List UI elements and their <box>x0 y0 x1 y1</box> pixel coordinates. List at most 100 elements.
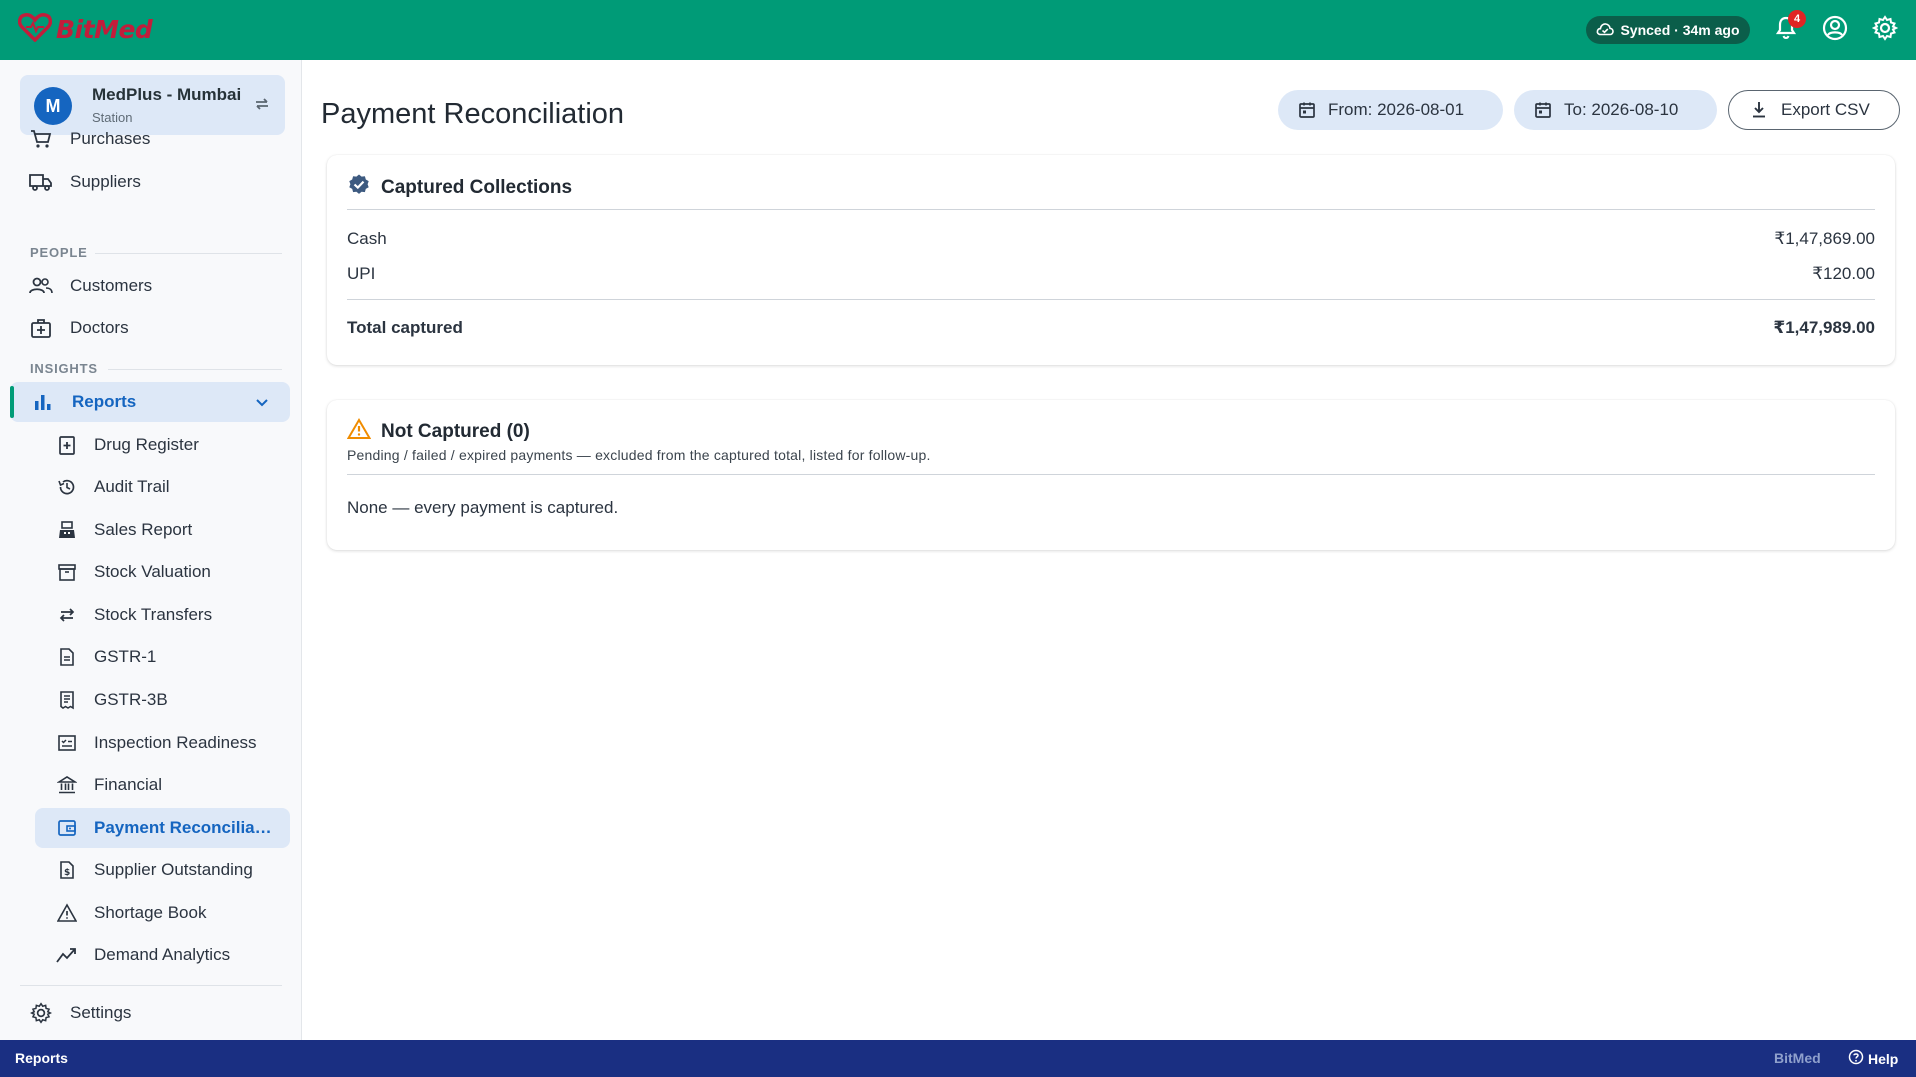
sidebar-item-label: Reports <box>72 392 137 411</box>
sidebar-subitem-label: Inspection Readiness <box>94 733 257 752</box>
export-csv-button[interactable]: Export CSV <box>1728 90 1900 130</box>
captured-collections-card: Captured Collections Cash ₹1,47,869.00 U… <box>327 155 1895 365</box>
invoice-dollar-icon: $ <box>54 857 80 883</box>
sidebar-divider <box>20 985 282 986</box>
receipt-icon <box>54 687 80 713</box>
top-app-bar: BitMed Synced · 34m ago 4 <box>0 0 1916 60</box>
status-bar-section: Reports <box>15 1050 68 1066</box>
archive-icon <box>54 559 80 585</box>
warning-triangle-icon <box>346 418 372 446</box>
empty-state-message: None — every payment is captured. <box>347 498 619 517</box>
total-captured-label: Total captured <box>347 318 463 337</box>
section-divider <box>108 369 282 370</box>
sidebar-subitem-label: Financial <box>94 775 163 794</box>
sidebar-subitem-stock-transfers[interactable]: Stock Transfers <box>35 595 290 635</box>
sidebar: M MedPlus - Mumbai Station Purchases Sup… <box>0 60 302 1040</box>
sidebar-subitem-gstr-1[interactable]: GSTR-1 <box>35 637 290 677</box>
sidebar-subitem-label: GSTR-3B <box>94 690 168 709</box>
card-header: Captured Collections <box>347 173 572 203</box>
date-from-button[interactable]: From: 2026-08-01 <box>1278 90 1503 130</box>
brand-name: BitMed <box>56 15 153 44</box>
sidebar-subitem-label: Demand Analytics <box>94 945 231 964</box>
heart-logo-icon <box>17 12 53 47</box>
sidebar-subitem-inspection-readiness[interactable]: Inspection Readiness <box>35 723 290 763</box>
help-button[interactable]: Help <box>1848 1049 1898 1068</box>
total-captured-amount: ₹1,47,989.00 <box>1773 318 1875 337</box>
sidebar-item-label: Purchases <box>70 129 151 148</box>
calendar-icon <box>1534 101 1552 119</box>
sidebar-item-purchases[interactable]: Purchases <box>20 119 290 159</box>
sidebar-subitem-label: Stock Valuation <box>94 562 211 581</box>
station-name: MedPlus - Mumbai <box>92 85 242 104</box>
sidebar-subitem-shortage-book[interactable]: Shortage Book <box>35 893 290 933</box>
sidebar-item-label: Doctors <box>70 318 129 337</box>
sidebar-item-reports[interactable]: Reports <box>10 382 290 422</box>
date-to-button[interactable]: To: 2026-08-10 <box>1514 90 1717 130</box>
gear-icon <box>1871 14 1899 46</box>
sidebar-subitem-label: Shortage Book <box>94 903 207 922</box>
history-icon <box>54 474 80 500</box>
register-icon <box>54 517 80 543</box>
not-captured-card: Not Captured (0) Pending / failed / expi… <box>327 400 1895 550</box>
sidebar-subitem-label: Sales Report <box>94 520 193 539</box>
svg-text:$: $ <box>64 868 70 878</box>
bank-icon <box>54 772 80 798</box>
bar-chart-icon <box>30 389 56 415</box>
card-divider <box>347 299 1875 300</box>
download-icon <box>1751 101 1767 119</box>
trending-up-icon <box>54 942 80 968</box>
sidebar-subitem-audit-trail[interactable]: Audit Trail <box>35 467 290 507</box>
medical-bag-icon <box>28 315 54 341</box>
status-bar: Reports BitMed Help <box>0 1040 1916 1077</box>
sidebar-item-customers[interactable]: Customers <box>20 266 290 306</box>
card-divider <box>347 474 1875 475</box>
date-to-label: To: 2026-08-10 <box>1564 100 1679 119</box>
document-icon <box>54 644 80 670</box>
sidebar-subitem-label: GSTR-1 <box>94 647 157 666</box>
date-from-label: From: 2026-08-01 <box>1328 100 1465 119</box>
payment-method-amount: ₹1,47,869.00 <box>1774 229 1875 248</box>
help-label: Help <box>1868 1050 1899 1067</box>
sidebar-item-doctors[interactable]: Doctors <box>20 308 290 348</box>
payment-method-amount: ₹120.00 <box>1812 264 1875 283</box>
checklist-icon <box>54 730 80 756</box>
sidebar-subitem-gstr-3b[interactable]: GSTR-3B <box>35 680 290 720</box>
wallet-icon <box>54 815 80 841</box>
sidebar-item-label: Customers <box>70 276 153 295</box>
page-title: Payment Reconciliation <box>321 98 625 130</box>
people-icon <box>28 273 54 299</box>
section-divider <box>95 253 282 254</box>
sidebar-subitem-label: Stock Transfers <box>94 605 213 624</box>
sidebar-subitem-supplier-outstanding[interactable]: $ Supplier Outstanding <box>35 850 290 890</box>
sidebar-subitem-label: Drug Register <box>94 435 199 454</box>
cloud-check-icon <box>1596 22 1615 39</box>
sync-status-text: Synced · 34m ago <box>1620 22 1740 38</box>
sidebar-subitem-drug-register[interactable]: Drug Register <box>35 425 290 465</box>
export-csv-label: Export CSV <box>1781 100 1870 119</box>
notifications-button[interactable]: 4 <box>1772 10 1806 44</box>
sidebar-subitem-label: Payment Reconcilia… <box>94 818 272 837</box>
section-label-insights: INSIGHTS <box>30 361 98 376</box>
swap-icon <box>253 95 271 118</box>
sidebar-item-settings[interactable]: Settings <box>20 993 290 1033</box>
sidebar-item-suppliers[interactable]: Suppliers <box>20 162 290 202</box>
sync-status-badge[interactable]: Synced · 34m ago <box>1586 16 1750 44</box>
sidebar-subitem-payment-reconciliation[interactable]: Payment Reconcilia… <box>35 808 290 848</box>
sidebar-subitem-sales-report[interactable]: Sales Report <box>35 510 290 550</box>
settings-button[interactable] <box>1871 14 1899 46</box>
sidebar-item-label: Suppliers <box>70 172 141 191</box>
sidebar-item-label: Settings <box>70 1003 132 1022</box>
sidebar-subitem-stock-valuation[interactable]: Stock Valuation <box>35 552 290 592</box>
help-circle-icon <box>1848 1049 1864 1068</box>
sidebar-subitem-label: Audit Trail <box>94 477 170 496</box>
brand-logo[interactable]: BitMed <box>17 12 153 47</box>
transfer-arrows-icon <box>54 602 80 628</box>
notification-count-badge: 4 <box>1788 10 1806 28</box>
sidebar-subitem-financial[interactable]: Financial <box>35 765 290 805</box>
card-header: Not Captured (0) <box>346 418 530 446</box>
account-button[interactable] <box>1821 15 1849 46</box>
sidebar-subitem-demand-analytics[interactable]: Demand Analytics <box>35 935 290 975</box>
account-circle-icon <box>1822 15 1848 46</box>
payment-method-label: UPI <box>347 264 376 283</box>
warning-triangle-icon <box>54 900 80 926</box>
